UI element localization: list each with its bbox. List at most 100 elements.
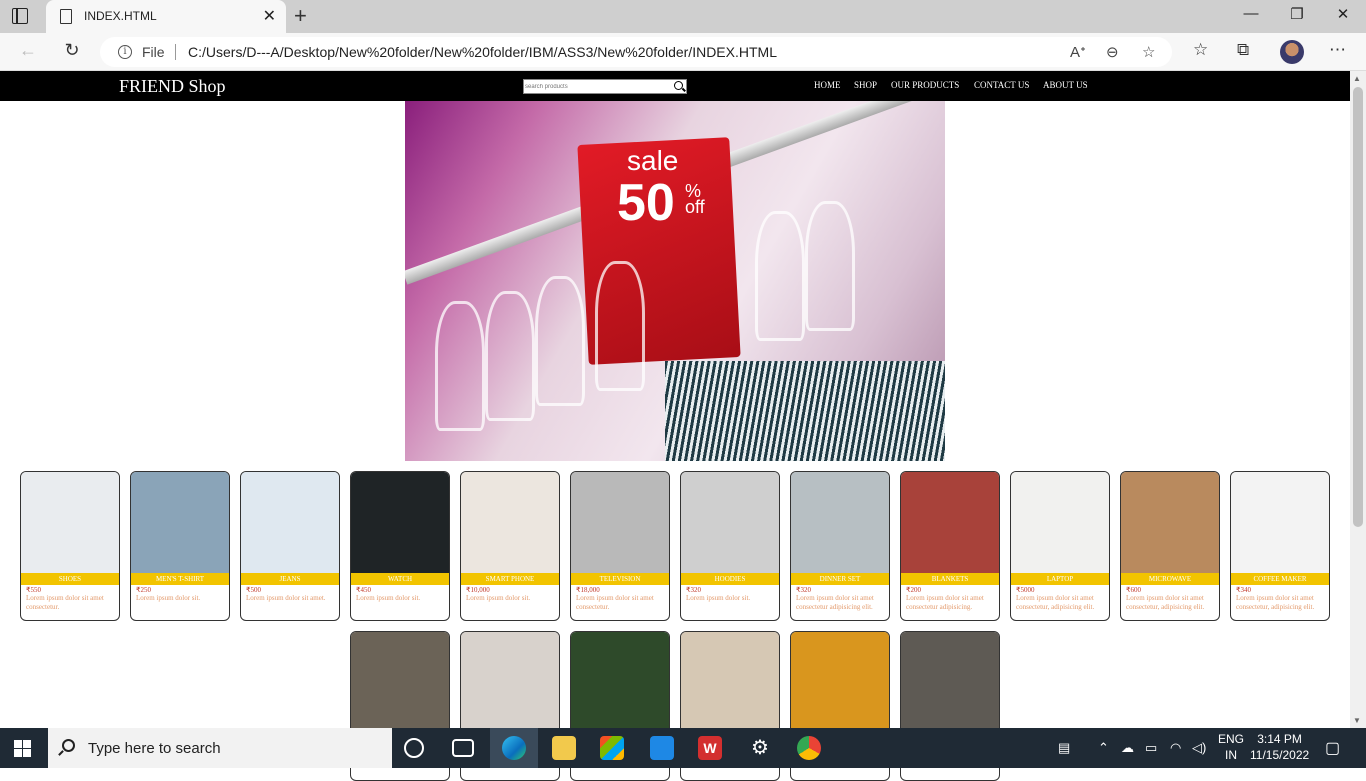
product-card[interactable]: JEANS ₹500 Lorem ipsum dolor sit amet.: [240, 471, 340, 621]
file-explorer-icon[interactable]: [552, 736, 576, 760]
product-card[interactable]: HOODIES ₹320 Lorem ipsum dolor sit.: [680, 471, 780, 621]
product-description: Lorem ipsum dolor sit.: [136, 594, 201, 602]
product-image[interactable]: [1231, 472, 1329, 573]
product-card[interactable]: SMART PHONE ₹10,000 Lorem ipsum dolor sit.: [460, 471, 560, 621]
product-description: Lorem ipsum dolor sit.: [356, 594, 421, 602]
volume-icon[interactable]: ◁): [1192, 740, 1206, 756]
chrome-icon[interactable]: [797, 736, 821, 760]
notifications-icon[interactable]: ▢: [1325, 738, 1340, 758]
product-image[interactable]: [241, 472, 339, 573]
product-category: MEN's T-SHIRT: [131, 573, 229, 585]
scroll-down-icon[interactable]: ▼: [1353, 716, 1361, 725]
product-image[interactable]: [351, 472, 449, 573]
product-card[interactable]: MEN's T-SHIRT ₹250 Lorem ipsum dolor sit.: [130, 471, 230, 621]
mail-icon[interactable]: [650, 736, 674, 760]
product-card[interactable]: DINNER SET ₹320 Lorem ipsum dolor sit amet…: [790, 471, 890, 621]
product-card[interactable]: COFFEE MAKER ₹340 Lorem ipsum dolor sit am…: [1230, 471, 1330, 621]
url-text[interactable]: C:/Users/D---A/Desktop/New%20folder/New%…: [188, 44, 777, 60]
page-scrollbar[interactable]: ▲ ▼: [1350, 71, 1366, 728]
product-image[interactable]: [791, 472, 889, 573]
nav-shop[interactable]: SHOP: [854, 80, 877, 90]
product-price: ₹450: [356, 586, 371, 594]
favorites-icon[interactable]: ☆: [1193, 40, 1208, 60]
product-image[interactable]: [571, 472, 669, 573]
cloud-icon[interactable]: ☁: [1121, 740, 1134, 756]
product-card[interactable]: MICROWAVE ₹600 Lorem ipsum dolor sit amet …: [1120, 471, 1220, 621]
battery-icon[interactable]: ▭: [1145, 740, 1157, 756]
product-image[interactable]: [351, 632, 449, 733]
refresh-icon[interactable]: ↻: [58, 40, 86, 61]
edge-icon[interactable]: [502, 736, 526, 760]
tab-actions-icon[interactable]: [12, 8, 28, 24]
nav-about-us[interactable]: ABOUT US: [1043, 80, 1088, 90]
product-image[interactable]: [681, 632, 779, 733]
minimize-icon[interactable]: —: [1228, 5, 1274, 22]
product-price: ₹500: [246, 586, 261, 594]
hero-banner: sale 50 % off: [405, 101, 945, 461]
avatar[interactable]: [1280, 40, 1304, 64]
product-description: Lorem ipsum dolor sit amet consectetur, …: [1016, 594, 1095, 611]
product-image[interactable]: [461, 632, 559, 733]
url-field[interactable]: i File C:/Users/D---A/Desktop/New%20fold…: [100, 37, 1172, 67]
nav-our-products[interactable]: OUR PRODUCTS: [891, 80, 959, 90]
product-card[interactable]: WATCH ₹450 Lorem ipsum dolor sit.: [350, 471, 450, 621]
nav-contact-us[interactable]: CONTACT US: [974, 80, 1029, 90]
news-icon[interactable]: ▤: [1058, 740, 1070, 756]
task-view-icon[interactable]: [452, 739, 474, 757]
wifi-icon[interactable]: ◠: [1170, 740, 1181, 756]
restore-icon[interactable]: ❐: [1274, 5, 1320, 23]
windows-start-icon[interactable]: [14, 740, 31, 757]
zoom-icon[interactable]: ⊖: [1106, 43, 1119, 61]
store-icon[interactable]: [600, 736, 624, 760]
collections-icon[interactable]: ⧉: [1237, 40, 1249, 60]
windows-taskbar: Type here to search W ⚙ ▤ ⌃ ☁ ▭ ◠ ◁) ENG…: [0, 728, 1366, 768]
close-tab-icon[interactable]: ✕: [263, 6, 276, 26]
wps-office-icon[interactable]: W: [698, 736, 722, 760]
product-image[interactable]: [901, 472, 999, 573]
scroll-thumb[interactable]: [1353, 87, 1363, 527]
cortana-icon[interactable]: [404, 738, 424, 758]
language-indicator[interactable]: ENG IN: [1218, 731, 1244, 763]
chevron-up-icon[interactable]: ⌃: [1098, 740, 1109, 756]
nav-home[interactable]: HOME: [814, 80, 841, 90]
add-favorite-icon[interactable]: ☆: [1142, 43, 1155, 61]
product-image[interactable]: [131, 472, 229, 573]
info-icon[interactable]: i: [118, 45, 132, 59]
product-category: JEANS: [241, 573, 339, 585]
product-price: ₹340: [1236, 586, 1251, 594]
tab-index[interactable]: INDEX.HTML ✕: [46, 0, 286, 33]
product-description: Lorem ipsum dolor sit amet consectetur a…: [906, 594, 984, 611]
product-category: COFFEE MAKER: [1231, 573, 1329, 585]
product-card[interactable]: TELEVISION ₹18,000 Lorem ipsum dolor sit a…: [570, 471, 670, 621]
window-close-icon[interactable]: ✕: [1320, 5, 1366, 23]
new-tab-icon[interactable]: +: [294, 3, 307, 29]
product-price: ₹250: [136, 586, 151, 594]
read-aloud-icon[interactable]: Aᐩ: [1070, 43, 1086, 61]
product-image[interactable]: [1011, 472, 1109, 573]
product-card[interactable]: BLANKETS ₹200 Lorem ipsum dolor sit amet c…: [900, 471, 1000, 621]
site-brand[interactable]: FRIEND Shop: [119, 76, 226, 97]
search-icon[interactable]: [674, 81, 683, 90]
settings-icon[interactable]: ⚙: [748, 736, 772, 760]
product-category: WATCH: [351, 573, 449, 585]
product-search[interactable]: [523, 79, 687, 94]
search-input[interactable]: [525, 80, 669, 93]
product-image[interactable]: [1121, 472, 1219, 573]
hanger: [485, 291, 535, 421]
product-image[interactable]: [681, 472, 779, 573]
product-image[interactable]: [21, 472, 119, 573]
scroll-up-icon[interactable]: ▲: [1353, 74, 1361, 83]
product-image[interactable]: [461, 472, 559, 573]
product-category: MICROWAVE: [1121, 573, 1219, 585]
product-card[interactable]: SHOES ₹550 Lorem ipsum dolor sit amet cons…: [20, 471, 120, 621]
product-image[interactable]: [901, 632, 999, 733]
product-image[interactable]: [791, 632, 889, 733]
search-icon: [62, 739, 75, 752]
product-card[interactable]: LAPTOP ₹5000 Lorem ipsum dolor sit amet co…: [1010, 471, 1110, 621]
clock[interactable]: 3:14 PM 11/15/2022: [1250, 731, 1309, 763]
taskbar-search[interactable]: Type here to search: [48, 728, 392, 768]
site-header: FRIEND Shop HOME SHOP OUR PRODUCTS CONTA…: [0, 71, 1350, 101]
back-icon[interactable]: ←: [14, 40, 42, 61]
more-icon[interactable]: ⋯: [1329, 40, 1346, 60]
product-image[interactable]: [571, 632, 669, 733]
